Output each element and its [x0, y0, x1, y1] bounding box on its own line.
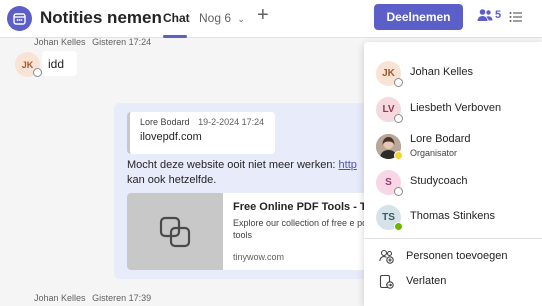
list-view-icon[interactable] [509, 10, 523, 28]
participant-name: Thomas Stinkens [410, 210, 495, 222]
avatar-initials: JK [382, 68, 395, 79]
participant-name: Lore Bodard [410, 133, 471, 145]
participant-item[interactable]: S Studycoach [364, 164, 542, 198]
link-preview-title: Free Online PDF Tools - Ti [233, 201, 367, 213]
add-people-button[interactable]: Personen toevoegen [364, 245, 542, 269]
tab-more-label: Nog 6 [199, 11, 232, 25]
status-offline-icon [394, 114, 403, 123]
link-preview-description: Explore our collection of free e pdf too… [233, 218, 367, 240]
calendar-icon[interactable] [7, 6, 32, 31]
add-tab-icon[interactable]: + [257, 4, 269, 27]
message-bubble[interactable]: idd [42, 51, 77, 76]
leave-label: Verlaten [406, 275, 447, 287]
message-time: Gisteren 17:39 [92, 293, 152, 303]
copy-link-icon [159, 216, 191, 247]
participant-role: Organisator [410, 148, 458, 158]
avatar-initials: JK [21, 59, 34, 70]
status-away-icon [394, 151, 403, 160]
leave-icon [379, 274, 394, 294]
participant-name: Johan Kelles [410, 66, 473, 78]
participants-panel: JK Johan Kelles LV Liesbeth Verboven Lor… [364, 42, 542, 306]
status-offline-icon [394, 78, 403, 87]
quote-author: Lore Bodard [140, 117, 190, 127]
leave-button[interactable]: Verlaten [364, 270, 542, 294]
participants-button[interactable]: 5 [477, 8, 501, 22]
avatar-initials: TS [382, 212, 395, 223]
join-button[interactable]: Deelnemen [374, 4, 463, 30]
message-meta: Johan Kelles Gisteren 17:39 [34, 293, 151, 303]
participant-item[interactable]: Lore Bodard Organisator [364, 128, 542, 162]
message-link[interactable]: http [339, 159, 357, 171]
status-offline-icon [33, 68, 42, 77]
message-author: Johan Kelles [34, 293, 86, 303]
tab-chat[interactable]: Chat [163, 11, 190, 25]
quoted-reply[interactable]: Lore Bodard 19-2-2024 17:24 ilovepdf.com [127, 112, 275, 154]
avatar-initials: LV [382, 104, 395, 115]
quote-text: ilovepdf.com [140, 131, 202, 143]
participant-item[interactable]: TS Thomas Stinkens [364, 199, 542, 233]
people-icon [477, 9, 493, 21]
message-body: Mocht deze website ooit niet meer werken… [127, 158, 367, 188]
link-preview-domain: tinywow.com [233, 252, 285, 262]
message-author: Johan Kelles [34, 37, 86, 47]
status-available-icon [394, 222, 403, 231]
quote-date: 19-2-2024 17:24 [198, 117, 265, 127]
message-text: Mocht deze website ooit niet meer werken… [127, 159, 339, 171]
participant-name: Studycoach [410, 175, 468, 187]
message-text-continued: kan ook hetzelfde. [127, 174, 217, 186]
status-offline-icon [394, 187, 403, 196]
message-time: Gisteren 17:24 [92, 37, 152, 47]
link-preview-thumbnail [127, 193, 223, 270]
message-meta: Johan Kelles Gisteren 17:24 [34, 37, 151, 47]
participant-name: Liesbeth Verboven [410, 102, 502, 114]
panel-divider [364, 238, 542, 239]
avatar-initials: S [385, 177, 392, 188]
add-people-icon [379, 249, 394, 269]
active-tab-indicator [163, 35, 187, 38]
participant-item[interactable]: LV Liesbeth Verboven [364, 91, 542, 125]
chat-header: Notities nemen Chat Nog 6 ⌄ + Deelnemen … [0, 0, 542, 38]
message-text: idd [48, 57, 65, 71]
tab-more-dropdown[interactable]: Nog 6 ⌄ [199, 11, 245, 25]
chevron-down-icon: ⌄ [237, 14, 245, 24]
participant-item[interactable]: JK Johan Kelles [364, 55, 542, 89]
add-people-label: Personen toevoegen [406, 250, 508, 262]
link-preview-card[interactable]: Free Online PDF Tools - Ti Explore our c… [127, 193, 367, 270]
page-title: Notities nemen [40, 8, 162, 27]
participant-count: 5 [495, 9, 502, 21]
